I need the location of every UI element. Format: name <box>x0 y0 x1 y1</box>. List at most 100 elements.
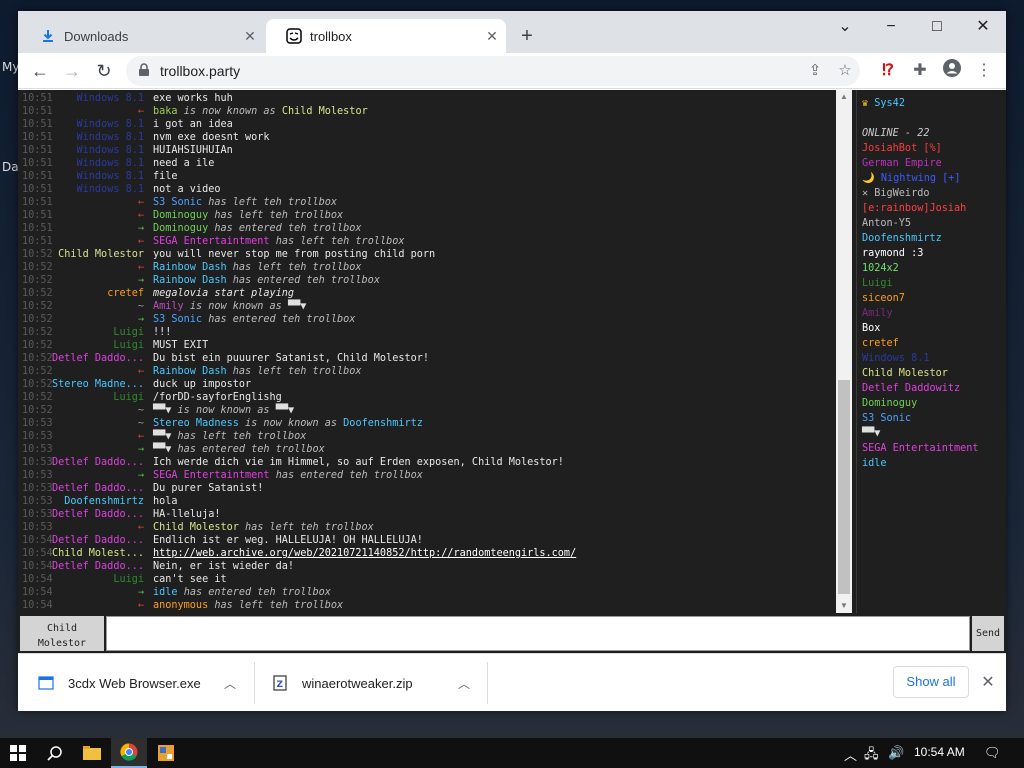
close-icon[interactable]: ✕ <box>242 28 258 44</box>
event-new-name[interactable]: ▀▀▼ <box>276 405 294 416</box>
send-button[interactable]: Send <box>972 616 1004 651</box>
message-nick[interactable]: Windows 8.1 <box>77 171 144 182</box>
maximize-button[interactable]: □ <box>914 13 960 41</box>
user-list-item[interactable]: Dominoguy <box>862 398 917 409</box>
chevron-up-icon[interactable]: ︿ <box>224 675 236 692</box>
file-explorer-icon[interactable] <box>74 738 110 768</box>
windows-start-icon[interactable] <box>0 738 36 768</box>
address-bar[interactable]: trollbox.party ⇪ ☆ <box>126 56 860 86</box>
event-user[interactable]: ▀▀▼ <box>153 405 171 416</box>
message-nick[interactable]: → <box>138 470 144 481</box>
chat-scrollbar[interactable]: ▲ ▼ <box>836 90 852 613</box>
event-user[interactable]: Rainbow Dash <box>153 262 227 273</box>
reload-button[interactable]: ↻ <box>90 57 118 85</box>
volume-icon[interactable]: 🔊 <box>888 745 904 761</box>
event-user[interactable]: Rainbow Dash <box>153 275 227 286</box>
event-user[interactable]: idle <box>153 587 178 598</box>
chrome-icon[interactable] <box>111 738 147 768</box>
user-list-item[interactable]: idle <box>862 458 887 469</box>
user-list-item[interactable]: Anton-Y5 <box>862 218 911 229</box>
event-user[interactable]: Rainbow Dash <box>153 366 227 377</box>
tab-search-button[interactable]: ⌄ <box>822 13 868 41</box>
message-nick[interactable]: Windows 8.1 <box>77 119 144 130</box>
message-nick[interactable]: cretef <box>107 288 144 299</box>
chat-log[interactable]: 10:51 Windows 8.1 exe works huh 10:51 ← baka … <box>18 90 836 613</box>
app-window-icon[interactable] <box>148 738 184 768</box>
event-user[interactable]: Amily <box>153 301 184 312</box>
message-nick[interactable]: ← <box>138 262 144 273</box>
message-nick[interactable]: ← <box>138 197 144 208</box>
event-user[interactable]: Child Molestor <box>153 522 239 533</box>
message-nick[interactable]: → <box>138 223 144 234</box>
close-icon[interactable]: ✕ <box>978 673 998 693</box>
message-nick[interactable]: Windows 8.1 <box>77 132 144 143</box>
user-list-item[interactable]: 1024x2 <box>862 263 899 274</box>
desktop-icon-label[interactable]: My <box>2 60 19 74</box>
user-list-item[interactable]: Windows 8.1 <box>862 353 929 364</box>
bookmark-star-icon[interactable]: ☆ <box>836 62 854 80</box>
message-nick[interactable]: → <box>138 314 144 325</box>
message-nick[interactable]: → <box>138 587 144 598</box>
message-nick[interactable]: Detlef Daddo... <box>52 535 144 546</box>
user-list-item[interactable]: ▀▀▼ <box>862 428 880 439</box>
event-user[interactable]: S3 Sonic <box>153 197 202 208</box>
event-new-name[interactable]: Child Molestor <box>282 106 368 117</box>
network-icon[interactable]: 🖧 <box>864 745 879 767</box>
user-list-item[interactable]: S3 Sonic <box>862 413 911 424</box>
message-nick[interactable]: Luigi <box>113 340 144 351</box>
profile-avatar-icon[interactable] <box>940 59 964 83</box>
message-nick[interactable]: Windows 8.1 <box>77 184 144 195</box>
desktop-icon-label[interactable]: Da <box>2 160 19 174</box>
message-nick[interactable]: → <box>138 444 144 455</box>
message-nick[interactable]: Doofenshmirtz <box>64 496 144 507</box>
search-icon[interactable] <box>37 738 73 768</box>
message-nick[interactable]: Child Molest... <box>52 548 144 559</box>
user-list-item[interactable]: SEGA Entertaintment <box>862 443 979 454</box>
user-list-item[interactable]: German Empire <box>862 158 942 169</box>
user-list-item[interactable]: 🌙 Nightwing [+] <box>862 173 961 184</box>
message-nick[interactable]: ← <box>138 431 144 442</box>
message-nick[interactable]: Detlef Daddo... <box>52 561 144 572</box>
event-user[interactable]: S3 Sonic <box>153 314 202 325</box>
message-nick[interactable]: Windows 8.1 <box>77 145 144 156</box>
user-list-item[interactable]: Box <box>862 323 880 334</box>
message-nick[interactable]: Windows 8.1 <box>77 158 144 169</box>
chevron-up-icon[interactable]: ︿ <box>458 675 470 692</box>
owner-entry[interactable]: ♛ Sys42 <box>862 98 905 109</box>
message-nick[interactable]: Child Molestor <box>58 249 144 260</box>
message-input[interactable] <box>106 616 970 651</box>
extensions-puzzle-icon[interactable]: ✚ <box>908 59 932 83</box>
event-new-name[interactable]: Doofenshmirtz <box>343 418 423 429</box>
event-user[interactable]: Dominoguy <box>153 210 208 221</box>
event-new-name[interactable]: ▀▀▼ <box>288 301 306 312</box>
message-nick[interactable]: ← <box>138 522 144 533</box>
show-all-button[interactable]: Show all <box>893 666 969 698</box>
user-list-item[interactable]: cretef <box>862 338 899 349</box>
message-nick[interactable]: ~ <box>138 405 144 416</box>
message-nick[interactable]: Luigi <box>113 392 144 403</box>
user-list-item[interactable]: JosiahBot [%] <box>862 143 942 154</box>
message-nick[interactable]: Windows 8.1 <box>77 93 144 104</box>
event-user[interactable]: SEGA Entertaintment <box>153 236 270 247</box>
message-nick[interactable]: ← <box>138 600 144 611</box>
message-nick[interactable]: → <box>138 275 144 286</box>
event-user[interactable]: Stereo Madness <box>153 418 239 429</box>
message-nick[interactable]: ← <box>138 210 144 221</box>
download-item[interactable]: 3cdx Web Browser.exe <box>38 654 201 712</box>
event-user[interactable]: anonymous <box>153 600 208 611</box>
message-nick[interactable]: ~ <box>138 301 144 312</box>
close-window-button[interactable]: ✕ <box>960 13 1006 41</box>
message-nick[interactable]: ← <box>138 106 144 117</box>
message-nick[interactable]: Stereo Madne... <box>52 379 144 390</box>
download-item[interactable]: Z winaerotweaker.zip <box>272 654 413 712</box>
message-link[interactable]: http://web.archive.org/web/2021072114085… <box>153 548 576 559</box>
event-user[interactable]: ▀▀▼ <box>153 431 171 442</box>
user-list-item[interactable]: [e:rainbow]Josiah <box>862 203 966 214</box>
user-list-item[interactable]: ✕ BigWeirdo <box>862 188 929 199</box>
scroll-down-arrow-icon[interactable]: ▼ <box>836 599 852 613</box>
user-list-item[interactable]: raymond :3 <box>862 248 923 259</box>
menu-kebab-icon[interactable]: ⋮ <box>972 59 996 83</box>
user-list-item[interactable]: Luigi <box>862 278 893 289</box>
message-nick[interactable]: Detlef Daddo... <box>52 509 144 520</box>
clock[interactable]: 10:54 AM <box>914 745 965 759</box>
